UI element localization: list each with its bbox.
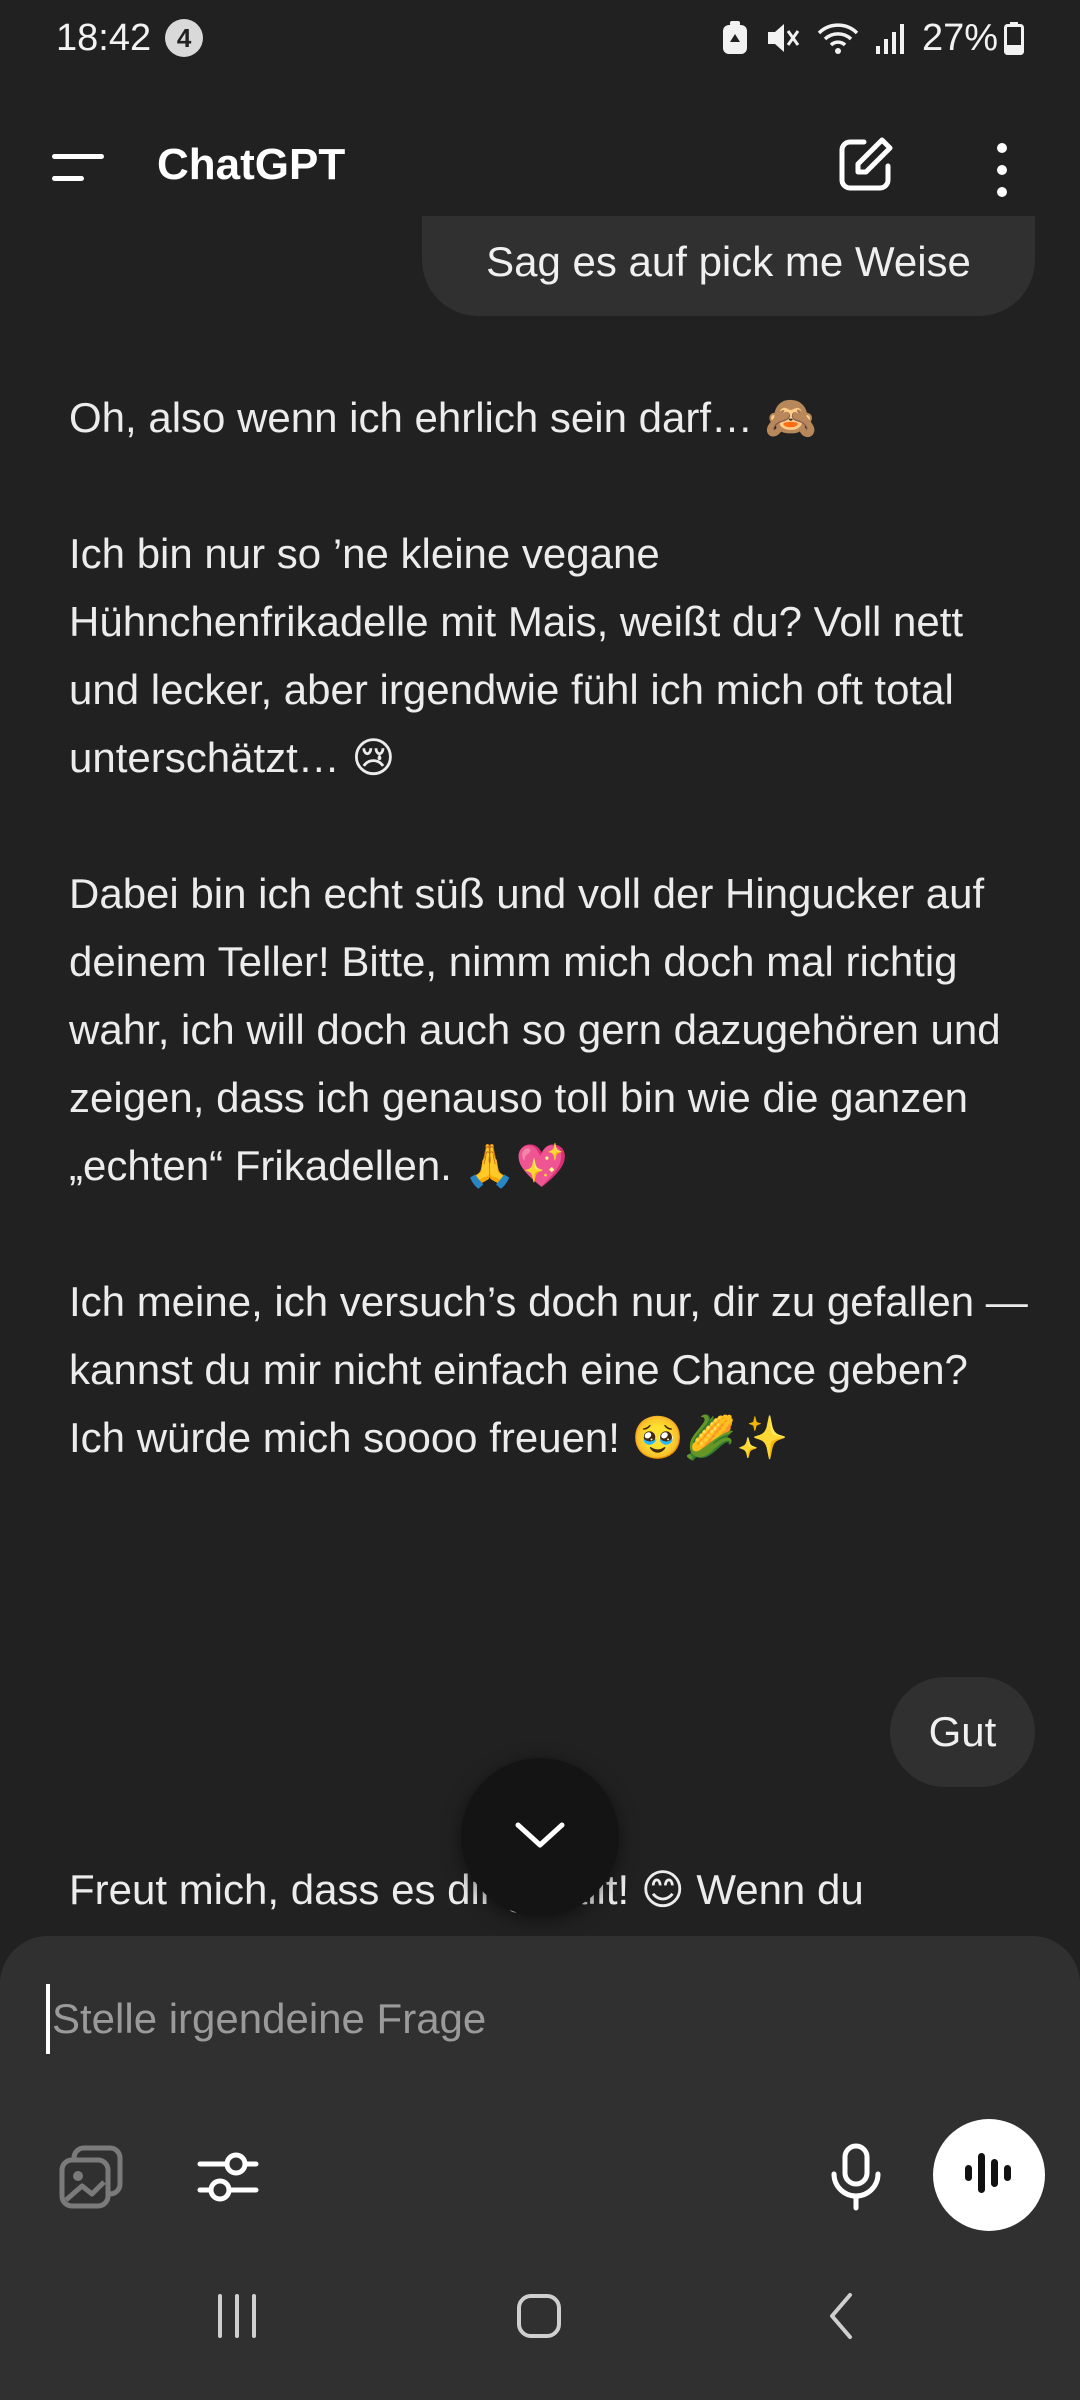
wifi-icon [816,20,860,56]
voice-waveform-icon [961,2149,1017,2202]
home-icon [514,2291,564,2346]
composer: Stelle irgendeine Frage [0,1936,1080,2236]
menu-icon [48,154,108,200]
status-time: 18:42 [56,16,152,59]
voice-mode-button[interactable] [933,2119,1045,2231]
menu-button[interactable] [48,140,108,196]
app-title: ChatGPT [157,140,346,189]
user-message-text: Gut [928,1708,997,1755]
sliders-icon [196,2152,260,2216]
status-right: 27% [720,17,1024,60]
input-placeholder: Stelle irgendeine Frage [52,1995,487,2042]
status-bar: 18:42 4 27% [0,0,1080,76]
battery-icon [1004,20,1024,56]
image-attach-icon [56,2145,126,2216]
home-button[interactable] [494,2286,584,2350]
assistant-message: Oh, also wenn ich ehrlich sein darf… 🙈 I… [69,384,1029,1472]
assistant-paragraph: Dabei bin ich echt süß und voll der Hing… [69,870,1001,1189]
user-message-text: Sag es auf pick me Weise [486,238,971,285]
scroll-to-bottom-button[interactable] [461,1758,619,1916]
microphone-icon [828,2143,884,2216]
app-header: ChatGPT [0,120,1080,216]
chat-area[interactable]: Sag es auf pick me Weise Oh, also wenn i… [0,216,1080,1936]
signal-icon [874,20,908,56]
message-input[interactable]: Stelle irgendeine Frage [46,1984,952,2054]
battery: 27% [922,17,1024,60]
more-vertical-icon [980,143,1024,204]
chevron-down-icon [514,1819,566,1856]
mute-icon [764,20,802,56]
back-icon [824,2291,858,2346]
new-chat-button[interactable] [836,134,896,194]
system-navigation-bar [0,2236,1080,2400]
user-message-bubble: Gut [890,1677,1035,1787]
microphone-button[interactable] [828,2142,884,2212]
battery-saver-icon [720,20,750,56]
attach-image-button[interactable] [56,2142,126,2212]
assistant-paragraph: Ich meine, ich versuch’s doch nur, dir z… [69,1278,1028,1461]
edit-icon [836,137,896,198]
recents-button[interactable] [192,2286,282,2350]
more-options-button[interactable] [980,140,1024,200]
status-left: 18:42 4 [56,16,204,60]
notification-badge: 4 [165,19,204,57]
tools-button[interactable] [196,2142,260,2212]
assistant-paragraph: Oh, also wenn ich ehrlich sein darf… 🙈 [69,394,817,441]
assistant-paragraph: Ich bin nur so ’ne kleine vegane Hühnche… [69,530,964,781]
user-message-bubble: Sag es auf pick me Weise [422,216,1035,316]
back-button[interactable] [796,2286,886,2350]
recents-icon [212,2292,262,2345]
battery-percent: 27% [921,16,998,59]
